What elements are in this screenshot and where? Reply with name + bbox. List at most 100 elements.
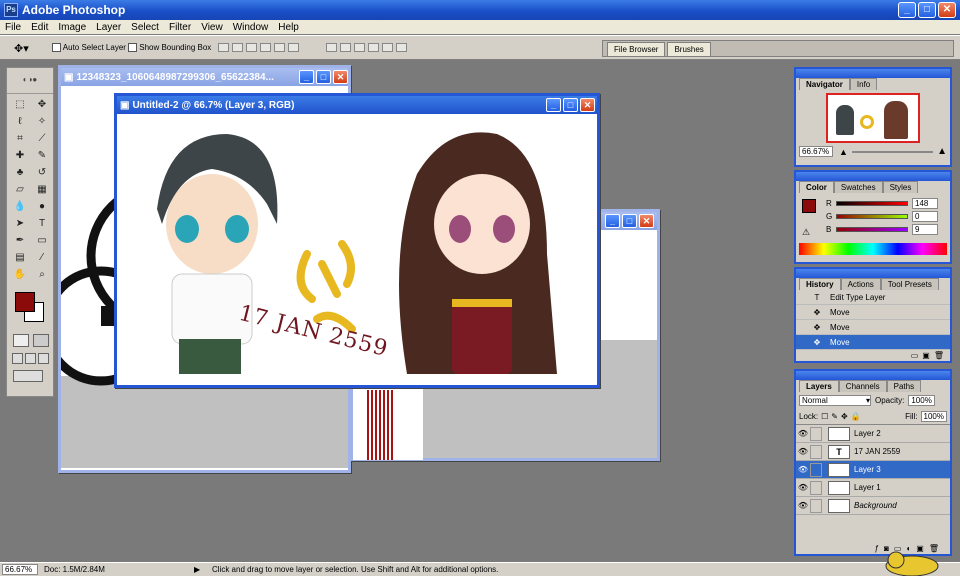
link-toggle[interactable] bbox=[810, 444, 822, 459]
tab-styles[interactable]: Styles bbox=[882, 181, 919, 193]
link-toggle[interactable] bbox=[810, 480, 822, 495]
gamut-warning-icon[interactable]: ⚠ bbox=[802, 227, 810, 238]
active-document-canvas[interactable]: 17 JAN 2559 bbox=[117, 114, 597, 385]
tab-swatches[interactable]: Swatches bbox=[833, 181, 883, 193]
green-slider[interactable] bbox=[836, 214, 908, 219]
layers-palette-titlebar[interactable] bbox=[796, 371, 950, 380]
quick-mask-icon[interactable] bbox=[33, 334, 49, 347]
menu-edit[interactable]: Edit bbox=[26, 22, 53, 33]
zoom-in-icon[interactable]: ▲ bbox=[937, 146, 947, 157]
tab-channels[interactable]: Channels bbox=[838, 380, 887, 392]
zoom-out-icon[interactable]: ▲ bbox=[839, 147, 848, 157]
layer-row[interactable]: 👁 Layer 1 bbox=[796, 479, 950, 497]
middle-doc-minimize-button[interactable]: _ bbox=[605, 214, 620, 228]
tab-history[interactable]: History bbox=[799, 278, 841, 290]
green-channel-value[interactable]: 0 bbox=[912, 211, 938, 222]
layer-row[interactable]: 👁 Layer 2 bbox=[796, 425, 950, 443]
history-brush-tool-icon[interactable]: ↺ bbox=[35, 166, 49, 180]
dodge-tool-icon[interactable]: ● bbox=[35, 200, 49, 214]
align-left-icon[interactable] bbox=[260, 43, 271, 52]
lock-transparency-icon[interactable]: ☐ bbox=[821, 412, 828, 421]
history-state[interactable]: T Edit Type Layer bbox=[796, 290, 950, 305]
menu-filter[interactable]: Filter bbox=[164, 22, 196, 33]
lock-all-icon[interactable]: 🔒 bbox=[851, 412, 861, 421]
slice-tool-icon[interactable]: ⟋ bbox=[35, 132, 49, 146]
crop-tool-icon[interactable]: ⌗ bbox=[13, 132, 27, 146]
back-doc-close-button[interactable]: ✕ bbox=[333, 70, 348, 84]
clone-stamp-tool-icon[interactable]: ♣ bbox=[13, 166, 27, 180]
align-center-icon[interactable] bbox=[274, 43, 285, 52]
history-state[interactable]: ✥ Move bbox=[796, 335, 950, 350]
distribute-middle-icon[interactable] bbox=[340, 43, 351, 52]
path-selection-tool-icon[interactable]: ➤ bbox=[13, 217, 27, 231]
move-tool-preset-icon[interactable]: ✥▾ bbox=[14, 42, 29, 55]
foreground-color-swatch[interactable] bbox=[15, 292, 35, 312]
lasso-tool-icon[interactable]: ℓ bbox=[13, 115, 27, 129]
color-foreground-swatch[interactable] bbox=[802, 199, 816, 213]
close-button[interactable]: ✕ bbox=[938, 2, 956, 18]
tab-paths[interactable]: Paths bbox=[886, 380, 922, 392]
menu-file[interactable]: File bbox=[0, 22, 26, 33]
jump-to-imageready-icon[interactable] bbox=[13, 370, 43, 382]
navigator-palette-titlebar[interactable] bbox=[796, 69, 950, 78]
hand-tool-icon[interactable]: ✋ bbox=[13, 268, 27, 282]
history-state[interactable]: ✥ Move bbox=[796, 320, 950, 335]
menu-image[interactable]: Image bbox=[53, 22, 91, 33]
back-document-titlebar[interactable]: ▣ 12348323_1060648987299306_65622384... … bbox=[61, 68, 348, 86]
auto-select-checkbox[interactable] bbox=[52, 43, 61, 53]
distribute-right-icon[interactable] bbox=[396, 43, 407, 52]
status-arrow-icon[interactable]: ▶ bbox=[194, 565, 206, 574]
notes-tool-icon[interactable]: ▤ bbox=[13, 251, 27, 265]
blend-mode-select[interactable]: Normal ▾ bbox=[799, 394, 871, 406]
eraser-tool-icon[interactable]: ▱ bbox=[13, 183, 27, 197]
fill-value[interactable]: 100% bbox=[920, 410, 947, 422]
visibility-eye-icon[interactable]: 👁 bbox=[796, 447, 810, 456]
layer-row[interactable]: 👁 T 17 JAN 2559 bbox=[796, 443, 950, 461]
create-snapshot-icon[interactable]: ▣ bbox=[922, 351, 934, 360]
magic-wand-tool-icon[interactable]: ✧ bbox=[35, 115, 49, 129]
align-right-icon[interactable] bbox=[288, 43, 299, 52]
screen-mode-full-menu-icon[interactable] bbox=[25, 353, 36, 364]
active-doc-close-button[interactable]: ✕ bbox=[580, 98, 595, 112]
brushes-tab[interactable]: Brushes bbox=[667, 42, 711, 57]
menu-help[interactable]: Help bbox=[273, 22, 304, 33]
history-palette-titlebar[interactable] bbox=[796, 269, 950, 278]
show-bounding-checkbox[interactable] bbox=[128, 43, 137, 53]
back-doc-maximize-button[interactable]: □ bbox=[316, 70, 331, 84]
auto-select-option[interactable]: Auto Select Layer bbox=[52, 43, 126, 53]
blue-channel-value[interactable]: 9 bbox=[912, 224, 938, 235]
screen-mode-standard-icon[interactable] bbox=[12, 353, 23, 364]
history-state[interactable]: ✥ Move bbox=[796, 305, 950, 320]
active-document-window[interactable]: ▣ Untitled-2 @ 66.7% (Layer 3, RGB) _ □ … bbox=[114, 93, 600, 388]
middle-doc-close-button[interactable]: ✕ bbox=[639, 214, 654, 228]
layer-row[interactable]: 👁 Layer 3 bbox=[796, 461, 950, 479]
active-doc-minimize-button[interactable]: _ bbox=[546, 98, 561, 112]
red-channel-value[interactable]: 148 bbox=[912, 198, 938, 209]
type-tool-icon[interactable]: T bbox=[35, 217, 49, 231]
delete-state-icon[interactable]: 🗑 bbox=[934, 351, 948, 360]
back-doc-minimize-button[interactable]: _ bbox=[299, 70, 314, 84]
align-top-icon[interactable] bbox=[218, 43, 229, 52]
distribute-left-icon[interactable] bbox=[368, 43, 379, 52]
menu-view[interactable]: View bbox=[196, 22, 228, 33]
show-bounding-option[interactable]: Show Bounding Box bbox=[128, 43, 211, 53]
active-doc-maximize-button[interactable]: □ bbox=[563, 98, 578, 112]
menu-select[interactable]: Select bbox=[126, 22, 164, 33]
minimize-button[interactable]: _ bbox=[898, 2, 916, 18]
navigator-thumbnail[interactable] bbox=[826, 93, 920, 143]
status-zoom[interactable]: 66.67% bbox=[2, 564, 38, 575]
zoom-tool-icon[interactable]: ⌕ bbox=[35, 268, 49, 282]
link-toggle[interactable] bbox=[810, 462, 822, 477]
visibility-eye-icon[interactable]: 👁 bbox=[796, 483, 810, 492]
blue-slider[interactable] bbox=[836, 227, 908, 232]
navigator-zoom-slider[interactable] bbox=[851, 150, 934, 153]
distribute-center-icon[interactable] bbox=[382, 43, 393, 52]
screen-mode-full-icon[interactable] bbox=[38, 353, 49, 364]
visibility-eye-icon[interactable]: 👁 bbox=[796, 501, 810, 510]
layer-row[interactable]: 👁 Background bbox=[796, 497, 950, 515]
align-bottom-icon[interactable] bbox=[246, 43, 257, 52]
visibility-eye-icon[interactable]: 👁 bbox=[796, 429, 810, 438]
adobe-online-icon[interactable]: ◐◑● bbox=[7, 68, 53, 94]
color-spectrum-ramp[interactable] bbox=[799, 243, 947, 255]
healing-brush-tool-icon[interactable]: ✚ bbox=[13, 149, 27, 163]
